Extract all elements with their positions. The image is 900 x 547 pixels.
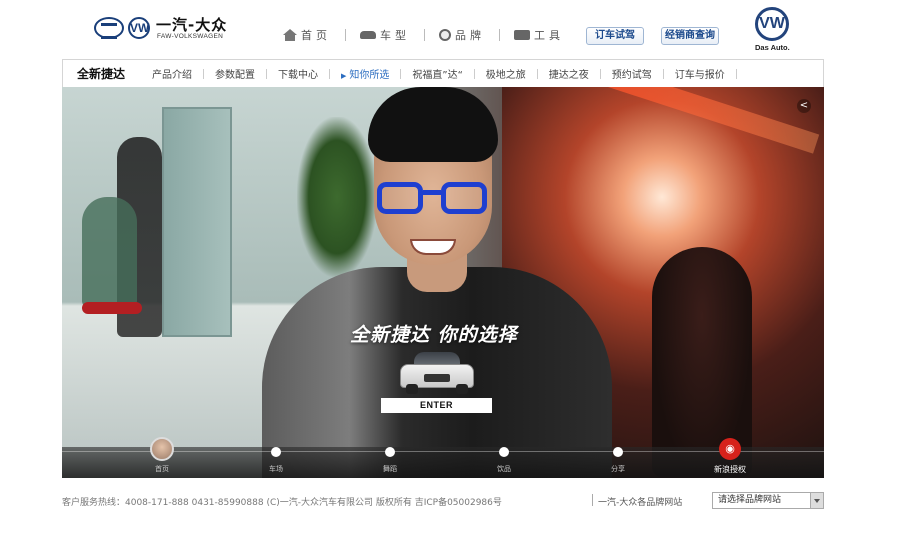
- glasses-lens-right: [441, 182, 487, 214]
- timeline-track: [62, 451, 824, 452]
- timeline-dot-icon: [271, 447, 281, 457]
- tab-order-quote[interactable]: 订车与报价: [664, 66, 736, 81]
- das-auto-slogan: Das Auto.: [755, 43, 790, 52]
- tab-specs[interactable]: 参数配置: [204, 66, 266, 81]
- hero-banner: 全新捷达 你的选择 ENTER < 首页 车场 舞蹈 饮品 分享 ◉ 新浪授权: [62, 87, 824, 478]
- brand-site-select[interactable]: 请选择品牌网站: [712, 492, 824, 509]
- timeline-dot-icon: [499, 447, 509, 457]
- chevron-down-icon[interactable]: [810, 493, 823, 508]
- spokesperson-image: [262, 87, 612, 478]
- nav-home[interactable]: 首页: [283, 27, 331, 43]
- tab-book-testdrive[interactable]: 预约试驾: [601, 66, 663, 81]
- weibo-icon: ◉: [719, 438, 741, 460]
- toolbox-icon: [514, 30, 530, 40]
- timeline-label: 车场: [269, 465, 283, 473]
- tab-downloads[interactable]: 下载中心: [267, 66, 329, 81]
- nav-models[interactable]: 车型: [360, 27, 410, 43]
- timeline-label: 舞蹈: [383, 465, 397, 473]
- seated-worker-image: [82, 197, 137, 307]
- brand-name[interactable]: 一汽-大众: [156, 14, 227, 35]
- glasses-lens-left: [377, 182, 423, 214]
- tab-separator: [735, 68, 737, 79]
- tab-jetta-night[interactable]: 捷达之夜: [538, 66, 600, 81]
- tab-polar-journey[interactable]: 极地之旅: [475, 66, 537, 81]
- enter-button[interactable]: ENTER: [381, 398, 492, 413]
- tab-your-choice[interactable]: ▶ 知你所选: [330, 66, 400, 81]
- glass-door-image: [162, 107, 232, 337]
- blue-glasses: [377, 182, 492, 216]
- timeline-label: 分享: [611, 465, 625, 473]
- car-icon: [360, 31, 376, 39]
- hero-tagline: 全新捷达 你的选择: [350, 324, 518, 346]
- nav-tools[interactable]: 工具: [514, 27, 564, 43]
- jetta-car-image[interactable]: [400, 350, 474, 394]
- car-wheel: [456, 384, 468, 394]
- faw-logo-icon[interactable]: [94, 17, 124, 39]
- active-arrow-icon: ▶: [341, 72, 347, 80]
- car-grille: [424, 374, 450, 382]
- model-subnav: 全新捷达 产品介绍 参数配置 下载中心 ▶ 知你所选 祝福直”达“ 极地之旅 捷达…: [62, 59, 824, 87]
- timeline-label: 新浪授权: [714, 465, 746, 474]
- timeline-label: 首页: [155, 465, 169, 473]
- tab-your-choice-label: 知你所选: [349, 70, 390, 81]
- hair: [368, 87, 498, 162]
- timeline-dot-icon: [613, 447, 623, 457]
- site-header: VW 一汽-大众 FAW-VOLKSWAGEN 首页 车型 品牌 工具 订车试驾…: [0, 0, 900, 58]
- share-icon[interactable]: <: [797, 99, 811, 113]
- brand-subtitle: FAW-VOLKSWAGEN: [157, 33, 224, 40]
- avatar-icon: [150, 437, 174, 461]
- red-chair-image: [82, 302, 142, 314]
- nav-tools-label: 工具: [534, 29, 564, 42]
- nav-brand[interactable]: 品牌: [439, 27, 485, 43]
- footer-divider: [592, 494, 593, 506]
- dealer-search-button[interactable]: 经销商查询: [661, 27, 719, 45]
- brand-sites-label: 一汽-大众各品牌网站: [598, 498, 683, 508]
- nav-home-label: 首页: [301, 29, 331, 42]
- nav-models-label: 车型: [380, 29, 410, 42]
- top-navigation: 首页 车型 品牌 工具: [283, 27, 578, 43]
- nav-separator: [424, 29, 425, 41]
- timeline-dot-icon: [385, 447, 395, 457]
- home-icon: [283, 29, 297, 41]
- car-wheel: [406, 384, 418, 394]
- nav-separator: [345, 29, 346, 41]
- tab-product-intro[interactable]: 产品介绍: [141, 66, 203, 81]
- timeline-label: 饮品: [497, 465, 511, 473]
- subnav-title[interactable]: 全新捷达: [77, 65, 141, 82]
- glasses-bridge: [423, 190, 441, 195]
- globe-icon: [439, 29, 451, 41]
- testdrive-button[interactable]: 订车试驾: [586, 27, 644, 45]
- vw-small-logo-icon[interactable]: VW: [128, 17, 150, 39]
- tab-blessings[interactable]: 祝福直”达“: [401, 66, 473, 81]
- chapter-timeline: 首页 车场 舞蹈 饮品 分享 ◉ 新浪授权: [62, 437, 824, 478]
- nav-brand-label: 品牌: [455, 29, 485, 42]
- brand-select-value: 请选择品牌网站: [718, 495, 782, 505]
- nav-separator: [499, 29, 500, 41]
- footer-info: 客户服务热线：4008-171-888 0431-85990888 (C)一汽-…: [62, 498, 502, 508]
- vw-logo-icon[interactable]: VW: [755, 7, 789, 41]
